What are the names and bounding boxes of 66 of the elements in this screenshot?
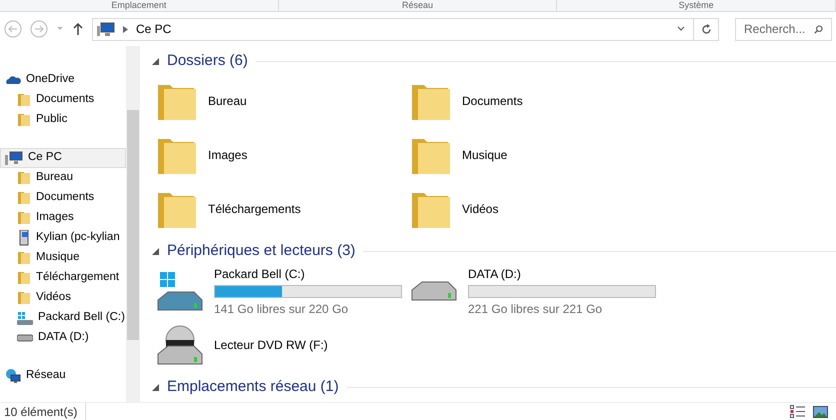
sidebar-item[interactable]: Ce PC	[0, 148, 126, 168]
drive-icon	[156, 270, 204, 312]
scrollbar[interactable]	[126, 46, 140, 402]
address-bar[interactable]: Ce PC	[92, 18, 719, 40]
sidebar-item[interactable]: Bureau	[0, 168, 126, 188]
ribbon-group-label: Système	[678, 0, 714, 11]
folder-name[interactable]: Documents	[462, 92, 523, 110]
folder-name[interactable]: Images	[208, 146, 248, 164]
free-space-text: 221 Go libres sur 221 Go	[468, 300, 604, 318]
drive-icon	[410, 281, 458, 301]
sidebar-item[interactable]: Kylian (pc-kylian	[0, 228, 126, 248]
computer-icon	[97, 22, 115, 36]
drive-name[interactable]: Lecteur DVD RW (F:)	[214, 336, 328, 354]
details-view-icon[interactable]	[790, 405, 805, 418]
chevron-icon	[123, 26, 128, 32]
status-item-count: 10 élément(s)	[4, 402, 86, 420]
search-icon	[814, 24, 823, 34]
sidebar-item[interactable]: Packard Bell (C:)	[0, 308, 126, 328]
search-input[interactable]: Recherch...	[744, 20, 814, 38]
sidebar-item[interactable]: Réseau	[0, 366, 126, 386]
folder-icon	[17, 211, 31, 225]
ribbon-group-label: Réseau	[402, 0, 434, 11]
folder-icon	[17, 191, 31, 205]
large-icons-view-icon[interactable]	[813, 406, 828, 418]
scrollbar-thumb[interactable]	[127, 110, 139, 340]
computer-icon	[5, 151, 23, 165]
folder-icon	[17, 171, 31, 185]
drive-icon	[17, 334, 33, 342]
sidebar-item[interactable]: Vidéos	[0, 288, 126, 308]
collapse-icon[interactable]	[152, 58, 159, 64]
sidebar-item[interactable]: Téléchargement	[0, 268, 126, 288]
folder-name[interactable]: Bureau	[208, 92, 247, 110]
collapse-icon[interactable]	[152, 248, 159, 254]
sidebar-item[interactable]: Musique	[0, 248, 126, 268]
folder-icon	[17, 113, 31, 127]
network-computer-icon	[17, 230, 31, 246]
drive-name[interactable]: Packard Bell (C:)	[214, 264, 402, 282]
sidebar-item[interactable]: Documents	[0, 188, 126, 208]
sidebar-item[interactable]: Images	[0, 208, 126, 228]
sidebar-item[interactable]: DATA (D:)	[0, 328, 126, 348]
address-path: Ce PC	[136, 21, 172, 38]
folder-icon	[17, 291, 31, 305]
cloud-icon	[5, 74, 21, 86]
dropdown-icon[interactable]	[677, 26, 685, 32]
folder-name[interactable]: Vidéos	[462, 200, 498, 218]
folder-name[interactable]: Musique	[462, 146, 508, 164]
free-space-text: 141 Go libres sur 220 Go	[214, 300, 350, 318]
folder-icon	[17, 93, 31, 107]
search-field[interactable]: Recherch...	[735, 18, 832, 40]
refresh-icon	[700, 24, 712, 34]
dvd-drive-icon	[156, 324, 204, 366]
sidebar-item[interactable]: Public	[0, 110, 126, 130]
sidebar-item[interactable]: OneDrive	[0, 70, 126, 90]
folder-icon	[17, 271, 31, 285]
section-header[interactable]: Dossiers (6)	[167, 50, 248, 72]
sidebar-item[interactable]: Documents	[0, 90, 126, 110]
section-header[interactable]: Périphériques et lecteurs (3)	[167, 240, 356, 262]
drive-name[interactable]: DATA (D:)	[468, 264, 656, 282]
up-arrow-icon[interactable]	[72, 22, 84, 36]
network-icon	[5, 368, 21, 384]
ribbon-group-label: Emplacement	[111, 0, 166, 11]
drive-icon	[17, 311, 33, 325]
folder-name[interactable]: Téléchargements	[208, 200, 301, 218]
section-header[interactable]: Emplacements réseau (1)	[167, 376, 339, 398]
collapse-icon[interactable]	[152, 384, 159, 390]
folder-icon	[17, 251, 31, 265]
